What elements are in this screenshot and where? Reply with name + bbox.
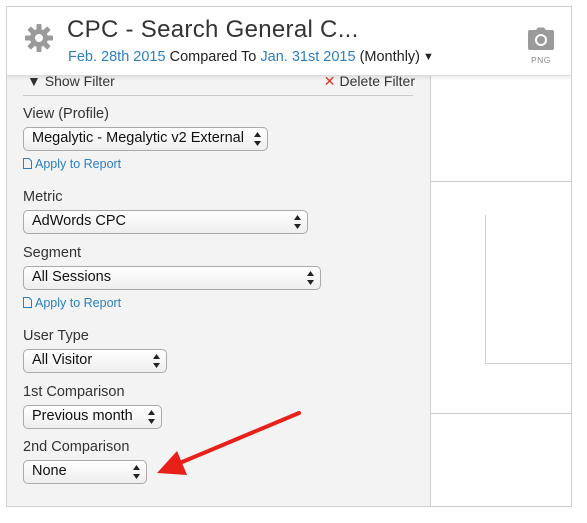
chart-grid-line [485, 363, 571, 364]
segment-select[interactable]: All Sessions [23, 266, 321, 290]
chart-grid-line [485, 215, 486, 363]
chart-grid-line [431, 181, 571, 182]
document-icon [23, 158, 32, 169]
user-type-label: User Type [23, 328, 89, 344]
apply-to-report-link-1[interactable]: Apply to Report [23, 157, 121, 171]
date-to-link[interactable]: Jan. 31st 2015 [260, 49, 355, 65]
date-from-link[interactable]: Feb. 28th 2015 [68, 49, 166, 65]
compared-to-text: Compared To [169, 49, 257, 65]
first-comparison-select[interactable]: Previous month [23, 405, 162, 429]
filter-bar: ▼ Show Filter ✕ Delete Filter [27, 73, 415, 95]
apply-to-report-link-2[interactable]: Apply to Report [23, 296, 121, 310]
caret-down-icon[interactable]: ▼ [423, 51, 434, 63]
document-icon [23, 297, 32, 308]
user-type-value: All Visitor [32, 352, 93, 368]
metric-value: AdWords CPC [32, 213, 127, 229]
metric-label: Metric [23, 189, 63, 205]
gear-icon[interactable] [24, 23, 54, 53]
widget-header: CPC - Search General C... Feb. 28th 2015… [7, 7, 571, 76]
camera-icon[interactable] [527, 27, 555, 51]
date-range: Feb. 28th 2015 Compared To Jan. 31st 201… [68, 49, 434, 65]
view-profile-value: Megalytic - Megalytic v2 External [32, 130, 244, 146]
segment-value: All Sessions [32, 269, 111, 285]
user-type-select[interactable]: All Visitor [23, 349, 167, 373]
view-profile-select[interactable]: Megalytic - Megalytic v2 External [23, 127, 268, 151]
png-export-label: PNG [531, 55, 551, 65]
period-text: (Monthly) [359, 49, 421, 65]
select-arrows-icon [153, 354, 160, 368]
select-arrows-icon [294, 215, 301, 229]
chart-grid-line [431, 413, 571, 414]
second-comparison-value: None [32, 463, 67, 479]
report-title: CPC - Search General C... [67, 16, 359, 43]
report-widget: ▼ Show Filter ✕ Delete Filter View (Profi… [6, 6, 572, 507]
second-comparison-select[interactable]: None [23, 460, 147, 484]
second-comparison-label: 2nd Comparison [23, 439, 130, 455]
segment-label: Segment [23, 245, 82, 261]
annotation-arrow [157, 411, 301, 475]
first-comparison-label: 1st Comparison [23, 384, 125, 400]
divider [23, 95, 413, 96]
view-profile-label: View (Profile) [23, 106, 109, 122]
metric-select[interactable]: AdWords CPC [23, 210, 308, 234]
select-arrows-icon [307, 271, 314, 285]
select-arrows-icon [254, 132, 261, 146]
first-comparison-value: Previous month [32, 408, 133, 424]
select-arrows-icon [133, 465, 140, 479]
